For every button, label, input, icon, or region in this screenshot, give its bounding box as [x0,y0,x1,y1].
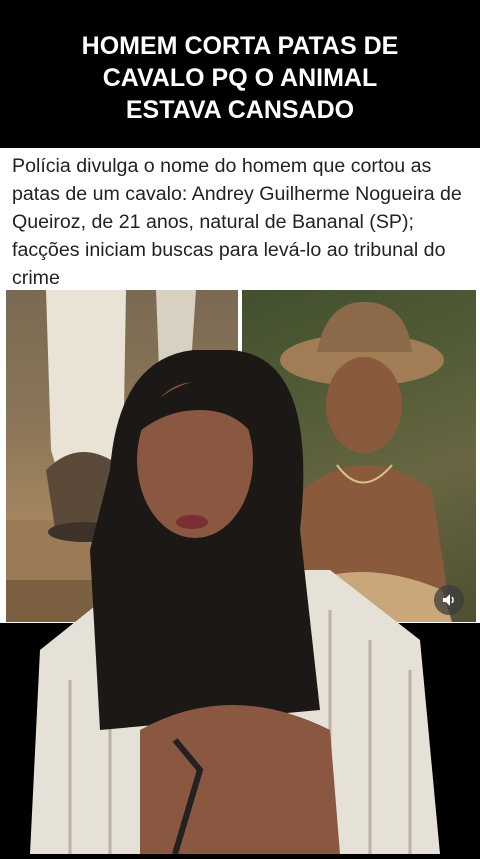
sound-toggle-button[interactable] [434,585,464,615]
headline-banner: HOMEM CORTA PATAS DE CAVALO PQ O ANIMAL … [0,0,480,148]
presenter-illustration [30,349,440,855]
article-text: Polícia divulga o nome do homem que cort… [12,155,462,289]
article-caption: Polícia divulga o nome do homem que cort… [0,148,480,290]
speaker-icon [443,594,454,606]
presenter-video [0,349,480,855]
headline-title: HOMEM CORTA PATAS DE CAVALO PQ O ANIMAL … [81,32,399,124]
